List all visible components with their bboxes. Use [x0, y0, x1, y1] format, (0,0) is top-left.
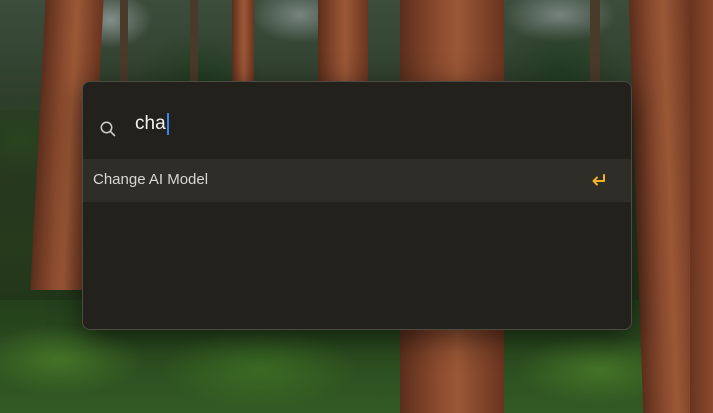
text-caret	[166, 113, 169, 135]
result-item-label: Change AI Model	[93, 171, 209, 188]
wallpaper-tree	[590, 0, 600, 90]
search-input[interactable]: cha	[135, 110, 169, 138]
wallpaper-tree	[120, 0, 128, 90]
search-input-value: cha	[135, 113, 166, 134]
wallpaper-tree	[190, 0, 198, 90]
wallpaper-tree	[690, 0, 713, 413]
search-bar: cha	[83, 82, 631, 158]
wallpaper-tree	[232, 0, 254, 90]
result-item-change-ai-model[interactable]: Change AI Model	[83, 159, 631, 202]
search-icon	[99, 120, 117, 138]
enter-key-icon	[589, 172, 607, 188]
wallpaper-tree	[318, 0, 368, 90]
command-launcher: cha Change AI Model	[82, 81, 632, 330]
desktop: cha Change AI Model	[0, 0, 713, 413]
